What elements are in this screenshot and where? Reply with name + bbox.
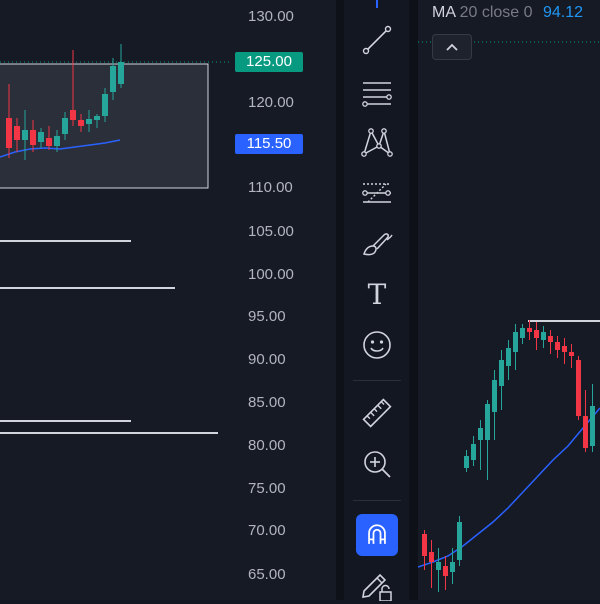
- indicator-legend[interactable]: MA 20 close 0 94.12: [432, 4, 583, 22]
- price-tick: 120.00: [248, 94, 294, 111]
- left-price-axis[interactable]: 130.00 120.00 110.00 105.00 100.00 95.00…: [232, 0, 336, 600]
- candle-body: [492, 380, 497, 412]
- trend-line-tool-button[interactable]: [355, 20, 399, 60]
- candle-body: [110, 66, 116, 92]
- scroll-indicator: [376, 0, 378, 8]
- forecast-icon: [362, 183, 391, 203]
- candle-body: [555, 342, 560, 350]
- candle-body: [14, 126, 20, 140]
- drawing-toolbar: T: [345, 0, 409, 601]
- price-tick: 70.00: [248, 522, 286, 539]
- moving-average-line: [418, 407, 600, 568]
- zoom-in-icon: [364, 451, 391, 478]
- indicator-value: 94.12: [542, 4, 584, 21]
- ruler-icon: [362, 398, 392, 428]
- trend-line-icon: [362, 25, 392, 55]
- measure-tool-button[interactable]: [355, 393, 399, 433]
- candle-body: [436, 562, 441, 570]
- forecast-tool-button[interactable]: [355, 173, 399, 213]
- candle-body: [429, 552, 434, 562]
- candle-body: [78, 120, 84, 126]
- candle-body: [562, 346, 567, 352]
- fib-retracement-icon: [362, 82, 392, 107]
- candle-body: [506, 348, 511, 366]
- chart-workspace: 130.00 120.00 110.00 105.00 100.00 95.00…: [0, 0, 600, 601]
- fib-retracement-tool-button[interactable]: [355, 72, 399, 112]
- candle-body: [471, 444, 476, 460]
- price-tick: 100.00: [248, 266, 294, 283]
- lock-drawing-icon: [362, 573, 392, 601]
- candle-body: [548, 336, 553, 342]
- candles: [422, 320, 595, 592]
- candle-body: [6, 118, 12, 148]
- right-chart-panel[interactable]: MA 20 close 0 94.12: [418, 0, 600, 600]
- candle-body: [534, 330, 539, 338]
- candle-body: [62, 118, 68, 134]
- emoji-icon: [363, 331, 391, 359]
- toolbar-divider: [353, 500, 401, 501]
- candle-body: [450, 562, 455, 572]
- candle-body: [527, 328, 532, 332]
- current-price-badge: 125.00: [235, 52, 303, 72]
- price-tick: 85.00: [248, 394, 286, 411]
- brush-tool-button[interactable]: [355, 223, 399, 263]
- candle-body: [118, 62, 124, 84]
- candle-body: [46, 138, 52, 146]
- left-price-plot[interactable]: [0, 0, 232, 600]
- panel-separator[interactable]: [409, 0, 418, 600]
- price-tick: 105.00: [248, 223, 294, 240]
- brush-icon: [363, 233, 393, 256]
- candle-body: [569, 352, 574, 356]
- candle-body: [485, 404, 490, 440]
- right-price-plot[interactable]: [418, 0, 600, 600]
- candle-body: [457, 522, 462, 560]
- text-icon: T: [367, 277, 387, 311]
- price-tick: 65.00: [248, 566, 286, 583]
- candle-body: [102, 94, 108, 116]
- panel-separator[interactable]: [336, 0, 344, 600]
- candle-body: [513, 332, 518, 352]
- candle-body: [478, 428, 483, 440]
- rectangle-drawing[interactable]: [0, 63, 209, 189]
- zoom-in-tool-button[interactable]: [355, 444, 399, 484]
- toolbar-divider: [353, 380, 401, 381]
- candle-body: [422, 534, 427, 556]
- candle-body: [499, 360, 504, 386]
- candle-body: [70, 110, 76, 120]
- indicator-params: 20 close 0: [459, 4, 533, 21]
- price-tick: 130.00: [248, 8, 294, 25]
- left-chart-panel[interactable]: 130.00 120.00 110.00 105.00 100.00 95.00…: [0, 0, 336, 600]
- price-tick: 80.00: [248, 437, 286, 454]
- candle-body: [590, 406, 595, 446]
- candle-body: [576, 360, 581, 416]
- candle-body: [583, 416, 588, 448]
- candle-body: [94, 116, 100, 120]
- chevron-up-icon: [446, 43, 458, 51]
- lock-drawings-button[interactable]: [355, 564, 399, 604]
- candle-body: [22, 130, 28, 140]
- price-tick: 95.00: [248, 308, 286, 325]
- candle-body: [54, 136, 60, 146]
- price-tick: 90.00: [248, 351, 286, 368]
- text-tool-button[interactable]: T: [355, 274, 399, 314]
- candle-body: [86, 119, 92, 124]
- collapse-legend-button[interactable]: [432, 34, 472, 60]
- price-tick: 75.00: [248, 480, 286, 497]
- candle-body: [443, 566, 448, 576]
- price-tick: 110.00: [248, 179, 293, 196]
- candle-body: [464, 456, 469, 468]
- indicator-name: MA: [432, 4, 456, 21]
- xabcd-pattern-icon: [361, 128, 393, 157]
- candle-body: [38, 132, 44, 142]
- candle-body: [30, 130, 36, 145]
- magnet-icon: [368, 524, 386, 544]
- candle-body: [520, 328, 525, 338]
- pattern-tool-button[interactable]: [355, 122, 399, 162]
- target-price-badge: 115.50: [235, 134, 303, 154]
- magnet-mode-button[interactable]: [356, 514, 398, 556]
- candle-body: [541, 332, 546, 340]
- emoji-tool-button[interactable]: [355, 325, 399, 365]
